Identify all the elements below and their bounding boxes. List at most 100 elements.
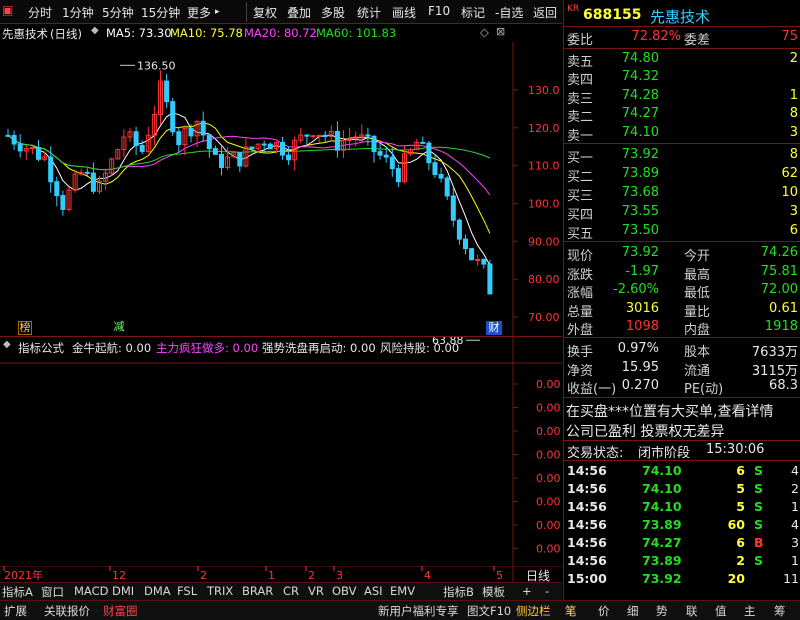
candle-body — [286, 154, 292, 161]
fund-label: 净资 — [567, 363, 594, 379]
ind-zlfk: 主力疯狂做多: 0.00 — [156, 341, 259, 355]
bid-row[interactable]: 买三 73.68 10 — [564, 185, 800, 204]
quote-code: 688155 — [583, 7, 642, 23]
candle-body — [84, 171, 90, 174]
tick-row: 14:56 74.10 5 S 1 — [564, 499, 800, 517]
indicator-name[interactable]: 指标公式 — [18, 340, 64, 356]
indicator-settings-icon[interactable]: ◆ — [3, 339, 11, 350]
y-tick-label: 130.0 — [528, 84, 560, 97]
menu-square-icon[interactable]: ▣ — [2, 3, 13, 17]
ask-row[interactable]: 卖三 74.28 1 — [564, 88, 800, 107]
bb-caifuquan[interactable]: 财富圈 — [103, 603, 138, 619]
candle-body — [90, 172, 96, 192]
news-line-1[interactable]: 在买盘***位置有大买单,查看详情 — [566, 401, 773, 421]
kline-chart[interactable]: 130.0 120.0 110.0 100.0 90.00 80.00 70.00 136.… — [0, 42, 562, 364]
tab-plus[interactable]: + — [522, 584, 532, 598]
right-tab-6[interactable]: 主 — [744, 603, 756, 619]
bb-guanlian[interactable]: 关联报价 — [44, 603, 90, 619]
tool-more[interactable]: 更多 — [187, 4, 211, 21]
tool-tongji[interactable]: 统计 — [357, 4, 381, 21]
right-tab-1[interactable]: 价 — [598, 603, 610, 619]
bid-row[interactable]: 买二 73.89 62 — [564, 166, 800, 185]
ask-row[interactable]: 卖一 74.10 3 — [564, 125, 800, 144]
tick-time: 14:56 — [567, 553, 607, 568]
tab-vr[interactable]: VR — [308, 584, 324, 598]
ma-settings-icon[interactable]: ◆ — [91, 25, 99, 36]
bb-kuozhan[interactable]: 扩展 — [4, 603, 27, 619]
badge-jian[interactable]: 减 — [112, 321, 126, 335]
tab-cr[interactable]: CR — [283, 584, 299, 598]
tool-diejia[interactable]: 叠加 — [287, 4, 311, 21]
ask-volume: 8 — [789, 106, 798, 122]
tab-zhibiao-a[interactable]: 指标A — [2, 584, 33, 600]
bb-cebianlan[interactable]: 侧边栏 — [516, 603, 551, 619]
tool-15min[interactable]: 15分钟 — [141, 4, 180, 21]
stat-value-2: 75.81 — [760, 263, 798, 279]
stat-value-2: 0.61 — [769, 300, 798, 316]
more-caret-icon[interactable]: ▸ — [215, 7, 220, 17]
tick-volume: 20 — [727, 571, 745, 586]
ma60-label: MA60: 101.83 — [316, 26, 397, 40]
bb-xinyonghu[interactable]: 新用户福利专享 — [378, 603, 459, 619]
right-tab-0[interactable]: 笔 — [565, 603, 577, 619]
tab-macd[interactable]: MACD — [74, 584, 108, 598]
tab-brar[interactable]: BRAR — [242, 584, 273, 598]
ask-row[interactable]: 卖四 74.32 — [564, 69, 800, 88]
tab-muban[interactable]: 模板 — [482, 584, 505, 600]
candle-body — [444, 177, 450, 197]
tool-fenshi[interactable]: 分时 — [28, 4, 52, 21]
badge-cai[interactable]: 财 — [486, 321, 502, 335]
tool-huaxian[interactable]: 画线 — [392, 4, 416, 21]
bid-row[interactable]: 买一 73.92 8 — [564, 147, 800, 166]
tick-volume: 60 — [727, 517, 745, 532]
bid-price: 73.68 — [621, 185, 659, 200]
tool-duogu[interactable]: 多股 — [321, 4, 345, 21]
ask-row[interactable]: 卖五 74.80 2 — [564, 51, 800, 70]
tool-1min[interactable]: 1分钟 — [62, 4, 94, 21]
tool-biaoji[interactable]: 标记 — [461, 4, 485, 21]
stat-value-2: 72.00 — [760, 282, 798, 298]
stat-value: 73.92 — [621, 245, 659, 260]
tab-obv[interactable]: OBV — [332, 584, 356, 598]
stat-value: 3016 — [625, 300, 659, 316]
candle-body — [219, 153, 224, 168]
chart-diamond-icon[interactable]: ◇ — [480, 25, 489, 39]
tool-5min[interactable]: 5分钟 — [102, 4, 134, 21]
right-tab-7[interactable]: 筹 — [774, 603, 786, 619]
chart-close-icon[interactable]: ⊠ — [496, 25, 505, 38]
tab-emv[interactable]: EMV — [390, 584, 415, 598]
badge-bang[interactable]: 榜 — [18, 321, 32, 335]
tool-f10[interactable]: F10 — [428, 4, 450, 18]
tab-asi[interactable]: ASI — [364, 584, 383, 598]
news-line-2[interactable]: 公司已盈利 投票权无差异 — [566, 421, 724, 441]
tab-fsl[interactable]: FSL — [177, 584, 197, 598]
right-tab-3[interactable]: 势 — [656, 603, 668, 619]
ask-label: 卖五 — [567, 55, 594, 70]
x-tick-label: 12 — [112, 569, 126, 582]
right-tab-5[interactable]: 值 — [715, 603, 727, 619]
tab-trix[interactable]: TRIX — [207, 584, 233, 598]
indicator-chart[interactable]: 0.000.000.000.000.000.000.000.000.00 — [0, 356, 562, 568]
right-tab-4[interactable]: 联 — [686, 603, 698, 619]
tool-back[interactable]: 返回 — [533, 4, 557, 21]
ma20-line — [7, 135, 491, 196]
tool-zixuan[interactable]: -自选 — [495, 4, 523, 21]
stat-row: 涨幅 -2.60% 最低 72.00 — [564, 282, 800, 301]
tool-fuquan[interactable]: 复权 — [253, 4, 277, 21]
status-label: 交易状态: — [567, 446, 624, 461]
tab-minus[interactable]: - — [545, 584, 549, 598]
right-tab-2[interactable]: 细 — [627, 603, 639, 619]
ask-row[interactable]: 卖二 74.27 8 — [564, 106, 800, 125]
tab-dmi[interactable]: DMI — [112, 584, 134, 598]
fund-value: 0.97% — [617, 341, 659, 356]
tab-zhibiao-b[interactable]: 指标B — [443, 584, 474, 600]
tab-chuangkou[interactable]: 窗口 — [41, 584, 64, 600]
candle-body — [334, 130, 340, 151]
bid-row[interactable]: 买四 73.55 3 — [564, 204, 800, 223]
tab-dma[interactable]: DMA — [144, 584, 171, 598]
candle-body — [280, 141, 285, 156]
bid-row[interactable]: 买五 73.50 6 — [564, 223, 800, 242]
bb-tuwen-f10[interactable]: 图文F10 — [467, 603, 511, 619]
y-tick-label: 80.00 — [528, 273, 560, 286]
stat-label-2: 量比 — [684, 304, 711, 320]
